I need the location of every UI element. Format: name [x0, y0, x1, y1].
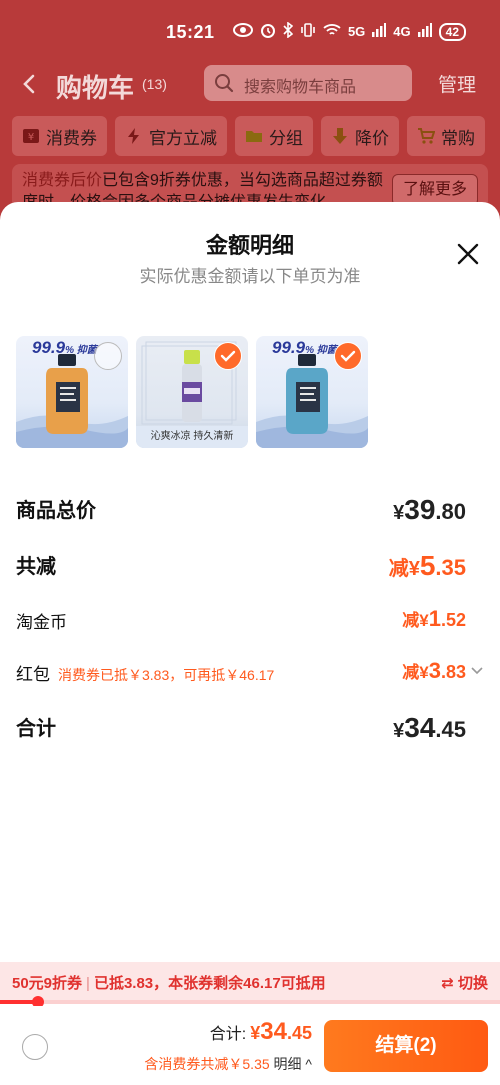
signal-4g-label: 4G: [393, 24, 411, 39]
chip-label: 分组: [269, 128, 303, 148]
lightning-icon: [128, 128, 139, 144]
chevron-down-icon[interactable]: [470, 664, 484, 678]
product-thumbnail[interactable]: 99.9% 抑菌: [16, 336, 128, 448]
svg-text:¥: ¥: [28, 132, 34, 143]
checkout-button[interactable]: 结算(2): [324, 1020, 488, 1072]
switch-coupon-button[interactable]: ⇄ 切换: [441, 972, 488, 993]
red-packet-note: 消费券已抵￥3.83，可再抵￥46.17: [58, 667, 275, 683]
wifi-icon: [323, 23, 341, 40]
row-sum: 合计 ¥34.45: [16, 712, 484, 746]
sheet-subtitle: 实际优惠金额请以下单页为准: [139, 267, 361, 286]
row-label: 商品总价: [16, 500, 96, 522]
checkout-sum: 合计: ¥34.45: [210, 1018, 312, 1046]
coupon-usage: 已抵3.83，本张券剩余46.17可抵用: [93, 975, 326, 992]
row-total-discount: 共减 减¥5.35: [16, 550, 484, 584]
checkbox-unchecked[interactable]: [94, 342, 122, 370]
thumb-caption: 沁爽冰凉 持久清新: [136, 426, 248, 448]
bluetooth-icon: [283, 21, 294, 41]
detail-toggle[interactable]: 明细 ^: [274, 1056, 312, 1072]
thumb-brand: 99.9% 抑菌: [32, 338, 97, 357]
row-taojinbi: 淘金币 减¥1.52: [16, 606, 484, 636]
search-placeholder: 搜索购物车商品: [244, 79, 357, 96]
chip-label: 降价: [355, 128, 389, 148]
chip-label: 官方立减: [149, 128, 217, 148]
status-time: 15:21: [166, 22, 215, 42]
signal-5g-label: 5G: [347, 24, 366, 39]
page-title: 购物车: [56, 73, 135, 103]
battery-indicator: 42: [438, 22, 466, 41]
select-all-checkbox[interactable]: [22, 1034, 48, 1060]
coupon-bar[interactable]: 50元9折券 | 已抵3.83，本张券剩余46.17可抵用 ⇄ 切换: [0, 962, 500, 1002]
cart-icon: [418, 128, 435, 144]
filter-chips: ¥ 消费券 官方立减 分组 降价 常购: [12, 116, 485, 156]
search-input[interactable]: 搜索购物车商品: [204, 65, 412, 101]
sheet-title: 金额明细: [205, 233, 294, 258]
total-discount-value: 减¥5.35: [388, 550, 466, 581]
checkout-price: ¥34.45: [250, 1018, 312, 1045]
coupon-icon: ¥: [23, 129, 39, 143]
row-label: 红包 消费券已抵￥3.83，可再抵￥46.17: [16, 665, 275, 684]
product-thumbnail[interactable]: 沁爽冰凉 持久清新: [136, 336, 248, 448]
chip-coupon[interactable]: ¥ 消费券: [12, 116, 107, 156]
coupon-name: 50元9折券: [12, 975, 83, 992]
product-thumbnails: 99.9% 抑菌 沁爽冰凉 持久清新 99.9% 抑菌: [16, 336, 368, 448]
signal-bars-icon: [417, 23, 432, 40]
status-icons: 5G 4G 42: [232, 21, 466, 41]
coupon-progress-bar: [0, 996, 500, 1008]
red-packet-value: 减¥3.83: [402, 658, 466, 683]
chip-official-discount[interactable]: 官方立减: [115, 116, 227, 156]
sum-label: 合计:: [209, 1026, 247, 1043]
amount-detail-sheet: 金额明细 实际优惠金额请以下单页为准 99.9% 抑菌 沁爽冰凉 持久清新 99…: [0, 202, 500, 962]
folder-icon: [246, 131, 262, 142]
row-red-packet[interactable]: 红包 消费券已抵￥3.83，可再抵￥46.17 减¥3.83: [16, 658, 484, 688]
check-icon: [220, 350, 236, 362]
checkbox-checked[interactable]: [214, 342, 242, 370]
manage-button[interactable]: 管理: [438, 70, 476, 97]
arrow-down-icon: [333, 128, 347, 144]
status-bar: 15:21 5G 4G 42: [0, 0, 500, 64]
chip-label: 消费券: [46, 128, 97, 148]
row-label: 合计: [16, 718, 56, 740]
goods-total-value: ¥39.80: [393, 494, 466, 525]
signal-bars-icon: [372, 23, 387, 40]
cart-nav-bar: 购物车 (13) 搜索购物车商品 管理: [0, 64, 500, 104]
taojinbi-value: 减¥1.52: [402, 606, 466, 631]
close-icon[interactable]: [456, 242, 480, 266]
chip-frequent[interactable]: 常购: [407, 116, 485, 156]
row-goods-total: 商品总价 ¥39.80: [16, 494, 484, 528]
vibrate-icon: [300, 22, 316, 41]
discount-note-text: 含消费券共减￥5.35: [144, 1056, 270, 1072]
sum-value: ¥34.45: [393, 712, 466, 743]
checkout-discount-note: 含消费券共减￥5.35 明细 ^: [144, 1054, 312, 1074]
cart-count: (13): [142, 76, 167, 92]
notice-highlight: 消费券后价: [22, 172, 103, 189]
row-label: 淘金币: [16, 613, 67, 632]
alarm-icon: [260, 22, 276, 41]
thumb-brand: 99.9% 抑菌: [272, 338, 337, 357]
check-icon: [340, 350, 356, 362]
checkout-bar: 合计: ¥34.45 含消费券共减￥5.35 明细 ^ 结算(2): [0, 1006, 500, 1085]
divider: |: [86, 975, 90, 992]
row-label: 共减: [16, 556, 56, 578]
coupon-info: 50元9折券 | 已抵3.83，本张券剩余46.17可抵用: [12, 972, 326, 993]
search-icon: [215, 74, 234, 93]
chip-price-drop[interactable]: 降价: [321, 116, 399, 156]
product-thumbnail[interactable]: 99.9% 抑菌: [256, 336, 368, 448]
back-arrow-icon[interactable]: [18, 70, 42, 98]
chip-group[interactable]: 分组: [235, 116, 313, 156]
chip-label: 常购: [441, 128, 475, 148]
checkbox-checked[interactable]: [334, 342, 362, 370]
eye-icon: [232, 23, 253, 40]
